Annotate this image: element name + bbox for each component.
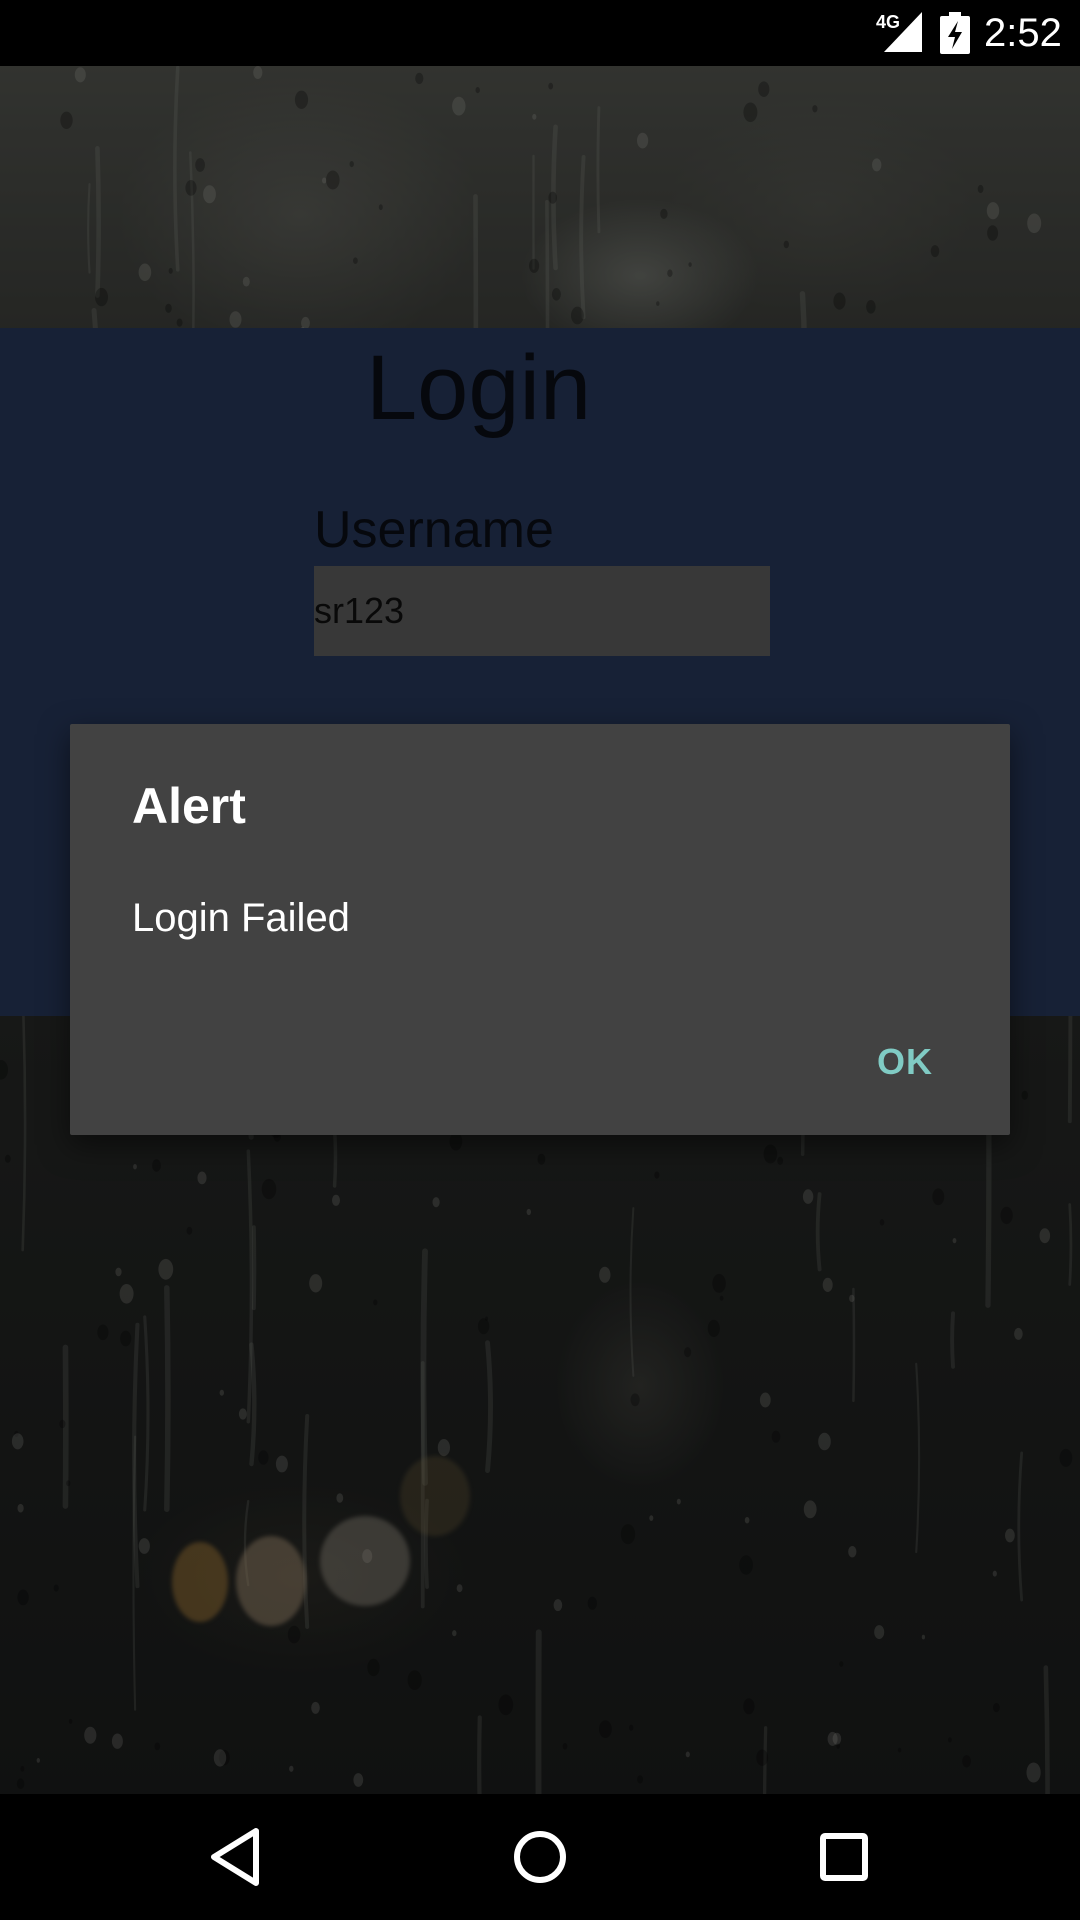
- ok-button[interactable]: OK: [840, 1024, 970, 1100]
- battery-charging-icon: [940, 12, 970, 54]
- recents-button[interactable]: [804, 1817, 884, 1897]
- status-time: 2:52: [984, 11, 1062, 55]
- recents-icon: [820, 1833, 868, 1881]
- alert-dialog: Alert Login Failed OK: [70, 724, 1010, 1135]
- back-icon: [211, 1828, 259, 1886]
- status-bar: 4G 2:52: [0, 0, 1080, 66]
- alert-title: Alert: [132, 778, 246, 834]
- network-type-label: 4G: [876, 12, 901, 32]
- navigation-bar: [0, 1794, 1080, 1920]
- back-button[interactable]: [196, 1817, 276, 1897]
- home-button[interactable]: [500, 1817, 580, 1897]
- home-icon: [514, 1831, 566, 1883]
- alert-message: Login Failed: [132, 896, 350, 940]
